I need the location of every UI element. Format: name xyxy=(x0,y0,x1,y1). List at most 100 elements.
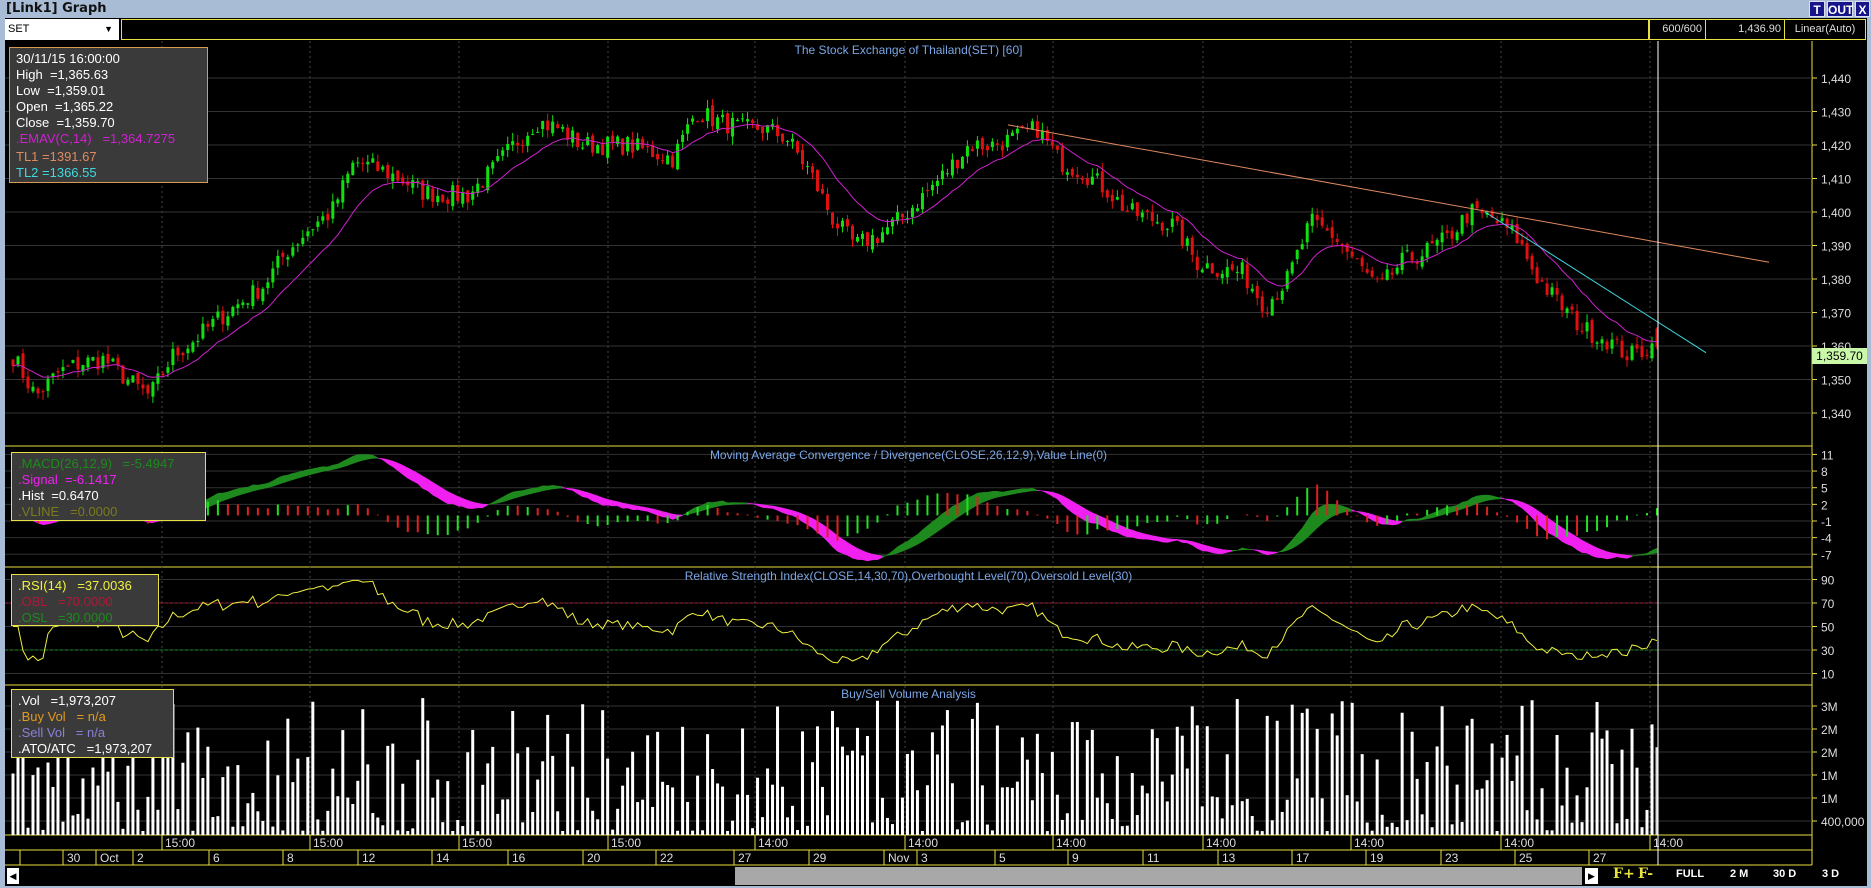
macd-band-segment xyxy=(452,493,458,507)
candle xyxy=(411,174,415,195)
candle xyxy=(1250,283,1254,294)
macd-band-segment xyxy=(447,491,453,504)
macd-band-segment xyxy=(592,493,598,504)
volume-bar xyxy=(726,830,730,835)
candle xyxy=(1255,280,1259,306)
volume-bar xyxy=(136,809,140,835)
volume-bar xyxy=(206,746,210,835)
range-full-button[interactable]: FULL xyxy=(1676,868,1704,880)
candle xyxy=(91,356,95,362)
candle-body xyxy=(880,232,884,243)
macd-tick-label: 11 xyxy=(1821,448,1834,462)
zoom-in-button[interactable]: F+ xyxy=(1613,866,1635,882)
candle-body xyxy=(656,153,660,160)
volume-bar xyxy=(1165,801,1169,835)
candle-body xyxy=(671,155,675,168)
candle-body xyxy=(1100,171,1104,193)
volume-bar xyxy=(126,765,130,835)
candle xyxy=(1000,141,1004,158)
macd-band-segment xyxy=(1246,548,1253,550)
macd-band-segment xyxy=(647,507,653,514)
candle xyxy=(31,381,35,394)
info-signal: .Signal =-6.1417 xyxy=(18,472,117,487)
candle xyxy=(601,138,605,156)
volume-bar xyxy=(1150,729,1154,835)
candle-body xyxy=(950,159,954,176)
t-button[interactable]: T xyxy=(1809,1,1825,17)
close-button[interactable]: X xyxy=(1855,1,1870,17)
candle-body xyxy=(1360,257,1364,267)
scroll-thumb[interactable] xyxy=(735,867,1582,885)
candle xyxy=(491,160,495,175)
horizontal-scrollbar[interactable]: ◀ ▶ xyxy=(5,866,1867,886)
volume-bar xyxy=(711,769,715,835)
candle-body xyxy=(61,367,65,371)
macd-band-segment xyxy=(982,492,988,503)
macd-band-segment xyxy=(1631,554,1638,557)
candle xyxy=(960,156,964,169)
macd-band-segment xyxy=(1222,549,1228,555)
candle xyxy=(251,279,255,310)
candle-body xyxy=(281,252,285,257)
volume-bar xyxy=(1240,801,1244,835)
volume-bar xyxy=(41,829,45,835)
candle xyxy=(246,302,250,309)
candle-body xyxy=(1500,218,1504,222)
command-input[interactable] xyxy=(121,19,1649,40)
volume-bar xyxy=(196,727,200,835)
range-2m-button[interactable]: 2 M xyxy=(1730,868,1748,880)
macd-band-segment xyxy=(777,506,783,514)
candle-body xyxy=(860,233,864,239)
volume-bar xyxy=(531,812,535,835)
volume-bar xyxy=(1335,735,1339,835)
volume-bar xyxy=(766,768,770,835)
candle xyxy=(701,118,705,123)
candle-body xyxy=(591,135,595,153)
candle-body xyxy=(386,164,390,179)
macd-band-segment xyxy=(502,493,508,503)
zoom-out-button[interactable]: F- xyxy=(1638,866,1653,882)
macd-band-segment xyxy=(467,500,473,509)
volume-bar xyxy=(1370,830,1374,835)
macd-band-segment xyxy=(1017,488,1023,494)
candle-body xyxy=(456,184,460,201)
macd-band-segment xyxy=(617,501,623,509)
volume-bar xyxy=(1515,755,1519,835)
candle-body xyxy=(1090,176,1094,185)
out-button[interactable]: OUT xyxy=(1827,1,1853,17)
macd-band-segment xyxy=(492,499,498,505)
chart-area[interactable]: 1,440 1,430 1,420 1,410 1,400 1,390 1,380 1,370… xyxy=(5,41,1867,866)
symbol-dropdown[interactable]: SET ▼ xyxy=(5,19,119,40)
candle xyxy=(965,140,969,164)
volume-bar xyxy=(776,706,780,835)
candle xyxy=(1450,226,1454,246)
volume-bar xyxy=(875,700,879,835)
volume-bar xyxy=(1490,743,1494,835)
volume-bar xyxy=(441,822,445,835)
volume-bar xyxy=(1005,787,1009,835)
range-3d-button[interactable]: 3 D xyxy=(1822,868,1839,880)
candle xyxy=(1430,234,1434,244)
volume-bar xyxy=(341,730,345,835)
candle xyxy=(226,311,230,331)
candle-body xyxy=(176,347,180,356)
macd-band-segment xyxy=(302,469,309,478)
candle-body xyxy=(706,108,710,121)
macd-band-segment xyxy=(1611,552,1618,559)
volume-bar xyxy=(1160,781,1164,835)
volume-bar xyxy=(1315,728,1319,835)
scroll-right-button[interactable]: ▶ xyxy=(1585,868,1598,884)
range-30d-button[interactable]: 30 D xyxy=(1773,868,1796,880)
candle xyxy=(641,136,645,150)
candle xyxy=(1155,214,1159,225)
scroll-left-button[interactable]: ◀ xyxy=(7,868,19,884)
volume-bar xyxy=(61,821,65,835)
candle xyxy=(1550,282,1554,298)
macd-band-segment xyxy=(482,503,488,509)
macd-band-segment xyxy=(1256,549,1263,554)
volume-bar xyxy=(1560,805,1564,835)
time-label: 14:00 xyxy=(1056,836,1086,850)
candle-body xyxy=(1525,243,1529,260)
candle-body xyxy=(76,357,80,370)
scale-mode-button[interactable]: Linear(Auto) xyxy=(1784,19,1866,40)
